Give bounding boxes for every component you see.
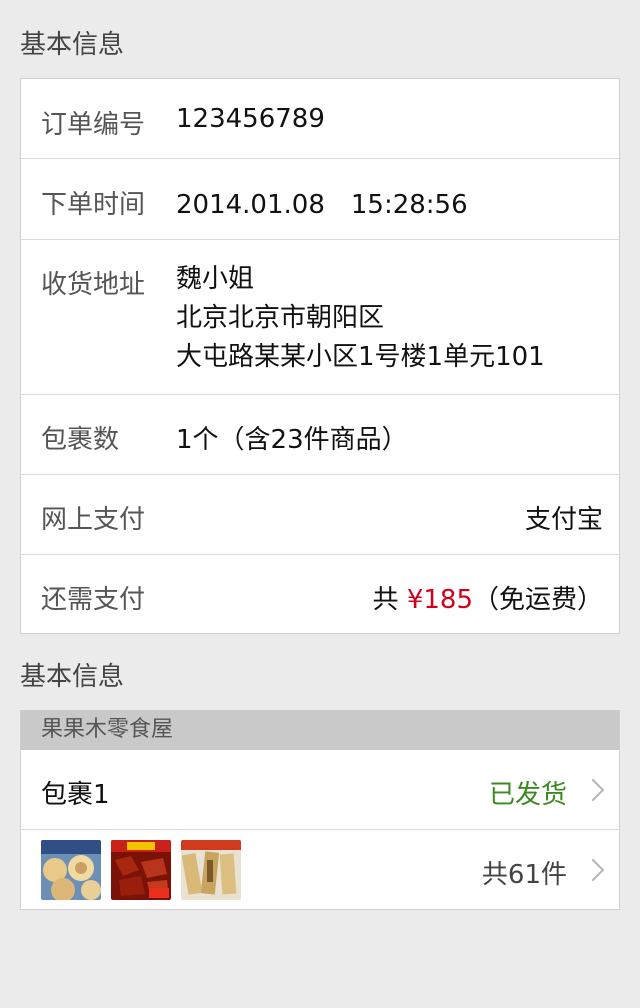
product-thumb-snack-bars bbox=[181, 840, 241, 900]
section-title-basic-info: 基本信息 bbox=[20, 30, 125, 60]
package-status-shipped: 已发货 bbox=[488, 780, 567, 810]
shipping-address-row: 收货地址 魏小姐 北京北京市朝阳区 大屯路某某小区1号楼1单元101 bbox=[21, 240, 619, 395]
order-number-value: 123456789 bbox=[176, 104, 325, 134]
amount-due-value: 共 ¥185（免运费） bbox=[373, 579, 603, 616]
shop-package-card: 果果木零食屋 包裹1 已发货 共61件 bbox=[20, 710, 620, 910]
amount-due-price: ¥185 bbox=[406, 585, 473, 615]
package-items-count: 共61件 bbox=[481, 860, 567, 890]
amount-due-label: 还需支付 bbox=[41, 585, 146, 615]
shipping-address-value: 魏小姐 北京北京市朝阳区 大屯路某某小区1号楼1单元101 bbox=[176, 260, 545, 377]
order-number-row: 订单编号 123456789 bbox=[21, 79, 619, 159]
package-count-value: 1个（含23件商品） bbox=[176, 425, 408, 455]
shipping-address-label: 收货地址 bbox=[41, 270, 146, 300]
address-city-district: 北京北京市朝阳区 bbox=[176, 303, 385, 333]
product-thumb-spicy-meat bbox=[111, 840, 171, 900]
shop-name-header: 果果木零食屋 bbox=[21, 710, 619, 750]
online-payment-method: 支付宝 bbox=[524, 505, 603, 535]
order-time-row: 下单时间 2014.01.08 15:28:56 bbox=[21, 159, 619, 240]
chevron-right-icon bbox=[581, 778, 605, 802]
package-count-label: 包裹数 bbox=[41, 425, 120, 455]
package-1-row[interactable]: 包裹1 已发货 bbox=[21, 750, 619, 830]
order-info-card: 订单编号 123456789 下单时间 2014.01.08 15:28:56 … bbox=[20, 78, 620, 634]
amount-due-row: 还需支付 共 ¥185（免运费） bbox=[21, 555, 619, 633]
section-title-package-info: 基本信息 bbox=[20, 662, 125, 692]
order-number-label: 订单编号 bbox=[41, 110, 146, 140]
amount-due-suffix: （免运费） bbox=[472, 585, 603, 615]
online-payment-row: 网上支付 支付宝 bbox=[21, 475, 619, 555]
package-items-row[interactable]: 共61件 bbox=[21, 830, 619, 909]
package-count-row: 包裹数 1个（含23件商品） bbox=[21, 395, 619, 475]
package-1-label: 包裹1 bbox=[41, 780, 110, 810]
order-time-label: 下单时间 bbox=[41, 190, 146, 220]
chevron-right-icon bbox=[581, 858, 605, 882]
recipient-name: 魏小姐 bbox=[176, 264, 255, 294]
order-time-value: 2014.01.08 15:28:56 bbox=[176, 190, 468, 220]
online-payment-label: 网上支付 bbox=[41, 505, 146, 535]
address-street: 大屯路某某小区1号楼1单元101 bbox=[176, 342, 545, 372]
amount-due-prefix: 共 bbox=[372, 585, 399, 615]
product-thumb-cookies bbox=[41, 840, 101, 900]
